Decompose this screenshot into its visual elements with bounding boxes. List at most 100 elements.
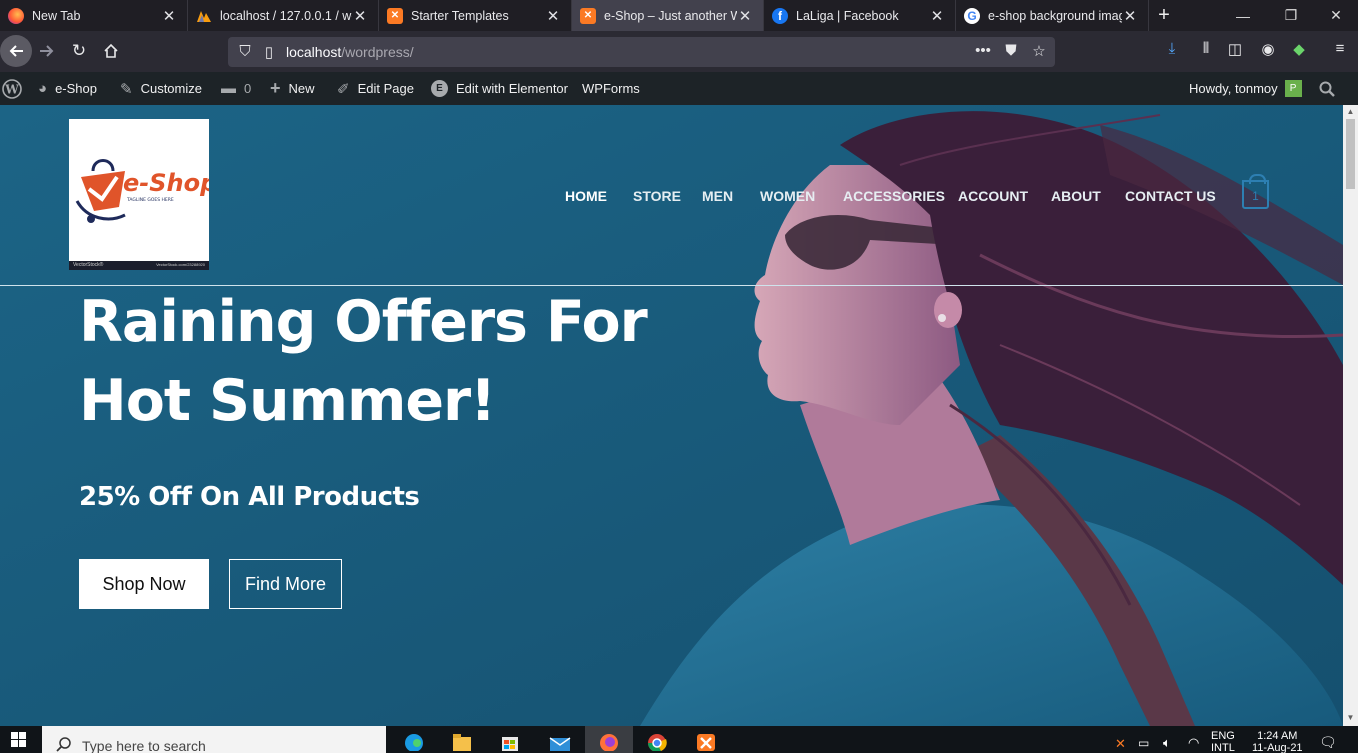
back-arrow-icon[interactable] <box>0 35 32 67</box>
close-icon[interactable]: ✕ <box>352 7 368 25</box>
mail-icon[interactable] <box>536 726 584 753</box>
page-icon: ▯ <box>264 44 274 61</box>
avatar: P <box>1284 80 1302 97</box>
forward-arrow-icon[interactable] <box>31 35 63 67</box>
tab-title: localhost / 127.0.0.1 / wo <box>220 8 352 23</box>
shop-now-button[interactable]: Shop Now <box>79 559 209 609</box>
shield-icon[interactable]: ⛉ <box>234 43 256 60</box>
site-logo[interactable]: e-Shop TAGLINE GOES HERE VectorStock® Ve… <box>69 119 217 270</box>
window-close-icon[interactable]: ✕ <box>1313 0 1358 31</box>
cart-icon[interactable]: 1 <box>1242 174 1269 209</box>
menu-hamburger-icon[interactable]: ≡ <box>1329 40 1351 57</box>
windows-start-icon[interactable] <box>0 726 38 753</box>
admin-comments[interactable]: ▬ 0 <box>221 72 251 105</box>
url-text[interactable]: localhost/wordpress/ <box>286 44 414 60</box>
hero-headline: Raining Offers For Hot Summer! <box>79 289 648 434</box>
menu-item-accessories[interactable]: ACCESSORIES <box>843 188 945 204</box>
page-actions-icon[interactable]: ••• <box>972 42 994 59</box>
tab-new-tab[interactable]: New Tab ✕ <box>0 0 188 31</box>
close-icon[interactable]: ✕ <box>737 7 753 25</box>
hero-subheading: 25% Off On All Products <box>79 482 420 512</box>
admin-edit-elementor[interactable]: E Edit with Elementor <box>431 72 568 105</box>
xampp-icon: ✕ <box>387 7 403 24</box>
store-icon[interactable] <box>486 726 534 753</box>
url-bar[interactable]: ⛉ ▯ localhost/wordpress/ ••• ⛊ ☆ <box>228 37 1055 67</box>
svg-text:e-Shop: e-Shop <box>123 169 209 197</box>
tab-eshop[interactable]: ✕ e-Shop – Just another Wo ✕ <box>572 0 764 31</box>
hero-section: e-Shop TAGLINE GOES HERE VectorStock® Ve… <box>0 105 1343 726</box>
elementor-icon: E <box>431 80 448 97</box>
notification-icon[interactable]: 🗨︎ <box>1319 734 1337 751</box>
tab-google-search[interactable]: G e-shop background imag ✕ <box>956 0 1149 31</box>
wordpress-logo-icon[interactable]: W <box>0 72 24 105</box>
admin-search-icon[interactable] <box>1319 72 1335 105</box>
xampp-icon: ✕ <box>580 7 596 24</box>
menu-item-about[interactable]: ABOUT <box>1051 188 1101 204</box>
pocket-icon[interactable]: ⛊ <box>1000 42 1022 59</box>
browser-toolbar: ↻ ⛉ ▯ localhost/wordpress/ ••• ⛊ ☆ ⤓ ⫴ ◫… <box>0 31 1358 72</box>
google-icon: G <box>964 7 980 24</box>
close-icon[interactable]: ✕ <box>1122 7 1138 25</box>
admin-new[interactable]: + New <box>270 72 315 105</box>
comment-bubble-icon: ▬ <box>221 80 236 97</box>
page-scrollbar[interactable]: ▲ ▼ <box>1343 105 1358 726</box>
xampp-taskbar-icon[interactable] <box>682 726 730 753</box>
menu-item-men[interactable]: MEN <box>702 188 733 204</box>
tab-title: LaLiga | Facebook <box>796 8 899 23</box>
chrome-icon[interactable] <box>633 726 681 753</box>
svg-text:TAGLINE GOES HERE: TAGLINE GOES HERE <box>126 197 174 203</box>
tab-phpmyadmin[interactable]: localhost / 127.0.0.1 / wo ✕ <box>188 0 379 31</box>
restore-icon[interactable]: ❐ <box>1268 0 1314 31</box>
close-icon[interactable]: ✕ <box>161 7 177 25</box>
sidebar-icon[interactable]: ◫ <box>1224 40 1246 58</box>
screen: New Tab ✕ localhost / 127.0.0.1 / wo ✕ ✕… <box>0 0 1358 753</box>
clock[interactable]: 1:24 AM 11-Aug-21 <box>1252 730 1303 753</box>
pencil-icon: ✐ <box>337 80 350 98</box>
menu-item-home[interactable]: HOME <box>565 188 607 204</box>
scroll-down-arrow-icon[interactable]: ▼ <box>1346 713 1355 722</box>
scrollbar-thumb[interactable] <box>1346 119 1355 189</box>
close-icon[interactable]: ✕ <box>545 7 561 25</box>
wifi-icon[interactable]: ◠ <box>1188 735 1199 751</box>
home-icon[interactable] <box>95 35 127 67</box>
brush-icon: ✎ <box>120 80 133 98</box>
tab-facebook[interactable]: f LaLiga | Facebook ✕ <box>764 0 956 31</box>
file-explorer-icon[interactable] <box>438 726 486 753</box>
menu-item-women[interactable]: WOMEN <box>760 188 815 204</box>
tab-starter-templates[interactable]: ✕ Starter Templates ✕ <box>379 0 572 31</box>
extension-icon[interactable]: ◆ <box>1288 40 1310 58</box>
downloads-icon[interactable]: ⤓ <box>1161 40 1183 57</box>
search-icon <box>56 737 71 752</box>
menu-item-store[interactable]: STORE <box>633 188 681 204</box>
menu-item-account[interactable]: ACCOUNT <box>958 188 1028 204</box>
network-tray-icon[interactable]: ▭ <box>1138 736 1149 750</box>
find-more-button[interactable]: Find More <box>229 559 342 609</box>
admin-account[interactable]: Howdy, tonmoy P <box>1189 72 1302 105</box>
logo-watermark-strip: VectorStock® VectorStock.com/23288920 <box>69 261 209 270</box>
new-tab-plus-icon[interactable]: + <box>1149 0 1179 31</box>
taskbar-search-box[interactable]: Type here to search <box>42 726 386 753</box>
account-icon[interactable]: ◉ <box>1257 40 1279 58</box>
facebook-icon: f <box>772 7 788 24</box>
language-indicator[interactable]: ENG INTL <box>1211 730 1235 753</box>
tab-title: New Tab <box>32 8 81 23</box>
windows-taskbar: Type here to search ✕ ▭ 🔈︎ ◠ ENG INTL 1:2… <box>0 726 1358 753</box>
xampp-tray-icon[interactable]: ✕ <box>1115 736 1126 752</box>
volume-icon[interactable]: 🔈︎ <box>1163 735 1171 751</box>
admin-customize[interactable]: ✎ Customize <box>120 72 202 105</box>
admin-edit-page[interactable]: ✐ Edit Page <box>337 72 414 105</box>
admin-site-name[interactable]: ◕ e-Shop <box>38 72 97 105</box>
close-icon[interactable]: ✕ <box>929 7 945 25</box>
plus-icon: + <box>270 78 281 98</box>
edge-icon[interactable] <box>390 726 438 753</box>
menu-item-contact-us[interactable]: CONTACT US <box>1125 188 1216 204</box>
scroll-up-arrow-icon[interactable]: ▲ <box>1346 107 1355 116</box>
reload-icon[interactable]: ↻ <box>63 35 95 67</box>
library-icon[interactable]: ⫴ <box>1195 40 1217 57</box>
bookmark-star-icon[interactable]: ☆ <box>1028 42 1050 60</box>
admin-wpforms[interactable]: WPForms <box>582 72 640 105</box>
minimize-icon[interactable]: — <box>1220 0 1266 31</box>
tab-title: e-Shop – Just another Wo <box>604 8 737 23</box>
wp-admin-bar: W ◕ e-Shop ✎ Customize ▬ 0 + New ✐ Edit Page … <box>0 72 1358 105</box>
firefox-taskbar-icon[interactable] <box>585 726 633 753</box>
